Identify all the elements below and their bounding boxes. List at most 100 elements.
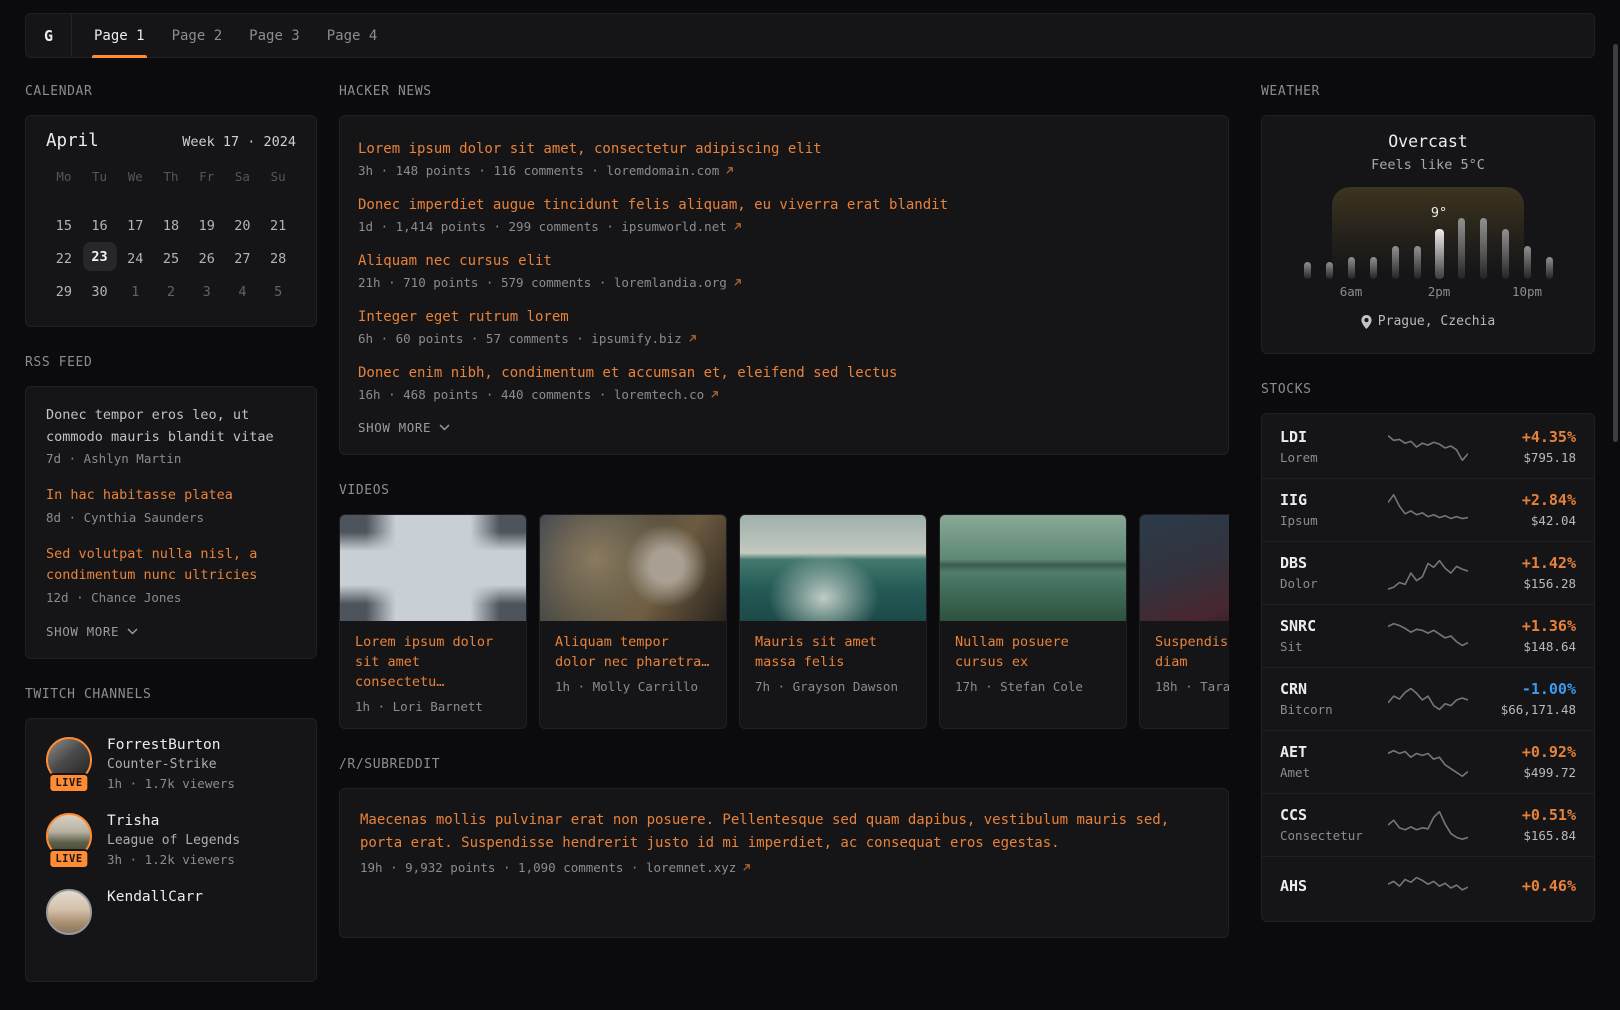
- hn-article-link[interactable]: Lorem ipsum dolor sit amet, consectetur …: [358, 140, 1210, 159]
- page-scrollbar[interactable]: [1613, 44, 1618, 442]
- tab-page-4[interactable]: Page 4: [327, 14, 378, 57]
- stock-price: $66,171.48: [1476, 702, 1576, 717]
- calendar-day: 30: [83, 275, 117, 308]
- calendar-day-next-month: 3: [190, 275, 224, 308]
- twitch-card: LIVE ForrestBurton Counter-Strike 1h · 1…: [25, 718, 317, 982]
- stock-sparkline: [1388, 806, 1468, 844]
- stock-sparkline: [1388, 743, 1468, 781]
- calendar-weekday-row: Mo Tu We Th Fr Sa Su: [46, 169, 296, 191]
- stock-row[interactable]: AET Amet +0.92% $499.72: [1262, 730, 1594, 793]
- hn-article-link[interactable]: Aliquam nec cursus elit: [358, 252, 1210, 271]
- stock-name: Sit: [1280, 639, 1380, 654]
- twitch-channel-link[interactable]: Trisha: [107, 813, 240, 829]
- stock-row[interactable]: AHS +0.46%: [1262, 856, 1594, 919]
- weather-bar: [1480, 218, 1487, 279]
- stock-row[interactable]: LDI Lorem +4.35% $795.18: [1262, 416, 1594, 478]
- external-link-icon: [710, 390, 719, 399]
- video-title-link[interactable]: Aliquam tempor dolor nec pharetra…: [555, 632, 711, 672]
- video-title-link[interactable]: Suspendisse diam: [1155, 632, 1229, 672]
- weather-bar: [1502, 229, 1509, 279]
- video-thumbnail[interactable]: [540, 515, 726, 621]
- rss-article-link[interactable]: Sed volutpat nulla nisl, a condimentum n…: [46, 544, 296, 587]
- weather-bar: [1435, 229, 1444, 279]
- stock-row[interactable]: IIG Ipsum +2.84% $42.04: [1262, 478, 1594, 541]
- hour-label: 6am: [1340, 284, 1363, 299]
- subreddit-card: Maecenas mollis pulvinar erat non posuer…: [339, 788, 1229, 938]
- hn-article-link[interactable]: Donec enim nibh, condimentum et accumsan…: [358, 364, 1210, 383]
- stock-change: +2.84%: [1476, 491, 1576, 509]
- rss-show-more-button[interactable]: SHOW MORE: [46, 624, 138, 639]
- hn-article-meta: 1d · 1,414 points · 299 comments · ipsum…: [358, 219, 727, 234]
- stock-sparkline: [1388, 554, 1468, 592]
- tab-page-1[interactable]: Page 1: [94, 14, 145, 57]
- hn-show-more-button[interactable]: SHOW MORE: [358, 420, 450, 435]
- hn-item: Aliquam nec cursus elit 21h · 710 points…: [358, 252, 1210, 290]
- rss-article-link[interactable]: In hac habitasse platea: [46, 485, 296, 507]
- twitch-avatar[interactable]: LIVE: [46, 737, 92, 787]
- tab-page-2[interactable]: Page 2: [172, 14, 223, 57]
- rss-article-link[interactable]: Donec tempor eros leo, ut commodo mauris…: [46, 405, 296, 448]
- middle-column: HACKER NEWS Lorem ipsum dolor sit amet, …: [339, 84, 1229, 966]
- calendar-day: 19: [190, 209, 224, 242]
- weather-card: Overcast Feels like 5°C 9° 6am 2pm 10pm: [1261, 115, 1595, 354]
- stock-name: Bitcorn: [1280, 702, 1380, 717]
- weather-bar: [1370, 257, 1377, 279]
- stock-price: $148.64: [1476, 639, 1576, 654]
- hn-article-link[interactable]: Donec imperdiet augue tincidunt felis al…: [358, 196, 1210, 215]
- stock-row[interactable]: SNRC Sit +1.36% $148.64: [1262, 604, 1594, 667]
- twitch-channel-row: LIVE Trisha League of Legends 3h · 1.2k …: [46, 813, 296, 867]
- video-thumbnail[interactable]: [340, 515, 526, 621]
- hn-item: Lorem ipsum dolor sit amet, consectetur …: [358, 140, 1210, 178]
- stock-row[interactable]: CRN Bitcorn -1.00% $66,171.48: [1262, 667, 1594, 730]
- tab-page-3[interactable]: Page 3: [249, 14, 300, 57]
- rss-widget: RSS FEED Donec tempor eros leo, ut commo…: [25, 355, 317, 659]
- twitch-category: League of Legends: [107, 833, 240, 848]
- weather-bar: [1304, 262, 1311, 279]
- app-logo[interactable]: G: [26, 14, 72, 57]
- calendar-day: 21: [261, 209, 295, 242]
- rss-article-meta: 12d · Chance Jones: [46, 590, 181, 605]
- stock-sparkline: [1388, 680, 1468, 718]
- rss-article-meta: 8d · Cynthia Saunders: [46, 510, 204, 525]
- video-meta: 18h · Tara: [1155, 679, 1229, 694]
- twitch-channel-link[interactable]: ForrestBurton: [107, 737, 235, 753]
- stocks-heading: STOCKS: [1261, 382, 1595, 398]
- stock-row[interactable]: DBS Dolor +1.42% $156.28: [1262, 541, 1594, 604]
- hn-article-meta: 16h · 468 points · 440 comments · loremt…: [358, 387, 704, 402]
- video-title-link[interactable]: Lorem ipsum dolor sit amet consectetu…: [355, 632, 511, 692]
- stock-name: Lorem: [1280, 450, 1380, 465]
- calendar-day: 16: [83, 209, 117, 242]
- hn-article-meta: 6h · 60 points · 57 comments · ipsumify.…: [358, 331, 682, 346]
- rss-item: Donec tempor eros leo, ut commodo mauris…: [46, 405, 296, 466]
- twitch-heading: TWITCH CHANNELS: [25, 687, 317, 703]
- video-thumbnail[interactable]: [940, 515, 1126, 621]
- video-meta: 7h · Grayson Dawson: [755, 679, 911, 694]
- rss-item: In hac habitasse platea 8d · Cynthia Sau…: [46, 485, 296, 525]
- stock-ticker: DBS: [1280, 554, 1380, 572]
- hn-article-link[interactable]: Integer eget rutrum lorem: [358, 308, 1210, 327]
- video-thumbnail[interactable]: [740, 515, 926, 621]
- current-temp-label: 9°: [1431, 205, 1447, 221]
- weather-widget: WEATHER Overcast Feels like 5°C 9° 6am 2…: [1261, 84, 1595, 354]
- calendar-day: 22: [47, 242, 81, 275]
- stock-ticker: AET: [1280, 743, 1380, 761]
- twitch-avatar[interactable]: LIVE: [46, 813, 92, 863]
- hour-label: 10pm: [1512, 284, 1542, 299]
- weekday-label: Tu: [92, 169, 107, 191]
- weather-bar: [1326, 262, 1333, 279]
- twitch-channel-link[interactable]: KendallCarr: [107, 889, 203, 905]
- weather-bars: [1296, 187, 1560, 279]
- video-thumbnail[interactable]: [1140, 515, 1229, 621]
- reddit-post-link[interactable]: Maecenas mollis pulvinar erat non posuer…: [360, 809, 1208, 854]
- twitch-avatar[interactable]: [46, 889, 92, 939]
- video-meta: 1h · Lori Barnett: [355, 699, 511, 714]
- video-card: Lorem ipsum dolor sit amet consectetu… 1…: [339, 514, 527, 729]
- video-title-link[interactable]: Nullam posuere cursus ex: [955, 632, 1111, 672]
- twitch-viewers: 1h · 1.7k viewers: [107, 776, 235, 791]
- stock-change: +0.51%: [1476, 806, 1576, 824]
- video-title-link[interactable]: Mauris sit amet massa felis: [755, 632, 911, 672]
- calendar-day-next-month: 1: [118, 275, 152, 308]
- stock-ticker: CRN: [1280, 680, 1380, 698]
- stock-row[interactable]: CCS Consectetur +0.51% $165.84: [1262, 793, 1594, 856]
- hn-item: Integer eget rutrum lorem 6h · 60 points…: [358, 308, 1210, 346]
